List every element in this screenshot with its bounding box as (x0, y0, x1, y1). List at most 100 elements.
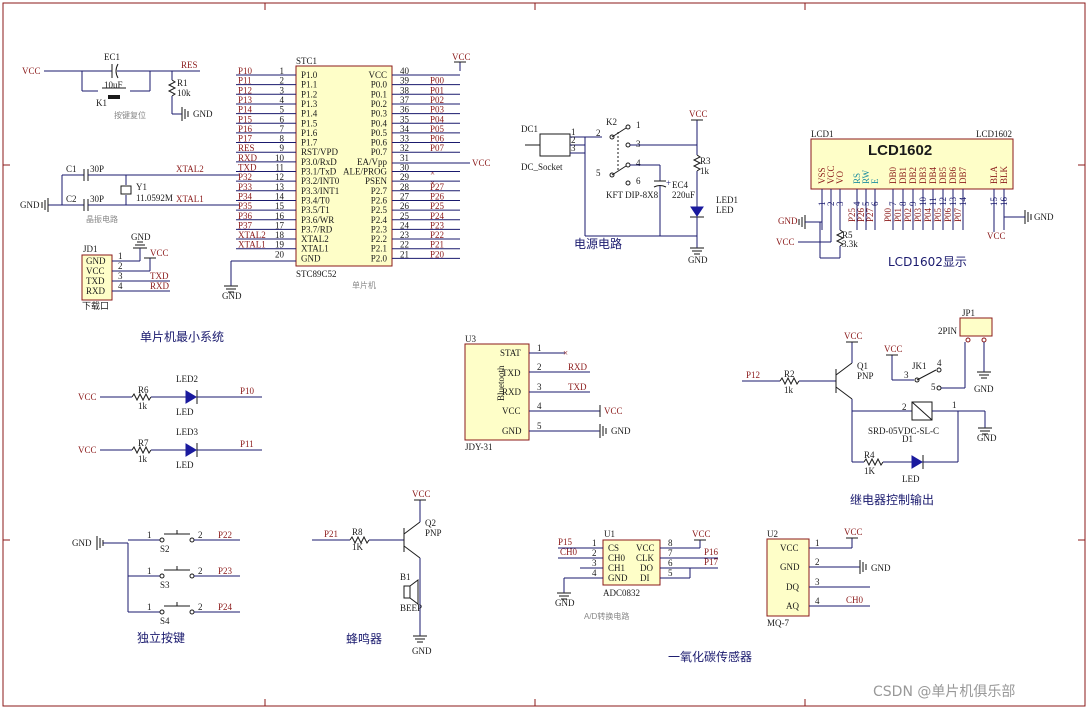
download-port: JD1 GND VCC TXD RXD 1 2 3 4 GND VCC TXD … (81, 232, 170, 311)
mcu-pin-name: ALE/PROG (343, 167, 388, 177)
mcu-pin-number: 13 (275, 182, 285, 192)
mcu-pin-net: P32 (238, 172, 252, 182)
mcu-pin-net: XTAL1 (238, 240, 266, 250)
beep-icon (403, 585, 411, 599)
mcu-pin-net: P03 (430, 105, 445, 115)
lcd-pin-net: P03 (913, 207, 923, 222)
q1-ref: Q1 (857, 361, 868, 371)
vcc-label: VCC (776, 237, 795, 247)
lcd-pin-number: 14 (958, 197, 968, 207)
mcu-pin-name: PSEN (365, 176, 388, 186)
k1-ref: K1 (96, 98, 107, 108)
u3-ref: U3 (465, 334, 476, 344)
lcd-title: LCD1602 (868, 142, 932, 159)
mcu-pin-net: P34 (238, 191, 253, 201)
p24-net: P24 (218, 602, 233, 612)
u1-pin-ch0: CH0 (608, 553, 626, 563)
gnd-label: GND (611, 426, 631, 436)
mcu-pin-number: 10 (275, 153, 285, 163)
mcu-pin-name: P1.6 (301, 128, 318, 138)
lcd-pin-net: P27 (865, 207, 875, 222)
vcc-label: VCC (472, 158, 491, 168)
mcu-pin-name: P2.0 (371, 253, 388, 263)
mcu-pin-number: 1 (280, 66, 285, 76)
key-s2[interactable]: 1 2 S2 P22 (128, 530, 240, 554)
svg-text:5: 5 (596, 168, 601, 178)
b1-part: BEEP (400, 603, 422, 613)
mcu-pin-number: 23 (400, 230, 410, 240)
led2-ref: LED2 (176, 374, 198, 384)
jd1-pin-vcc: VCC (86, 266, 105, 276)
p10-net: P10 (240, 386, 255, 396)
mcu-pin-name: XTAL1 (301, 244, 329, 254)
mcu-pin-number: 12 (275, 172, 284, 182)
lcd-pin-number: 10 (918, 197, 928, 207)
c2-ref: C2 (66, 194, 77, 204)
svg-text:6: 6 (636, 176, 641, 186)
lcd-pin-net: P00 (883, 207, 893, 222)
lcd-pin-name: DB2 (908, 167, 918, 184)
gnd-label: GND (871, 563, 891, 573)
lcd-pin-net: P06 (943, 207, 953, 222)
d1-label: LED (902, 474, 920, 484)
lcd-pin-name: BLK (999, 165, 1009, 184)
mcu-pin-name: P2.5 (371, 205, 388, 215)
vcc-label: VCC (412, 489, 431, 499)
jk1-ref: JK1 (912, 361, 927, 371)
lcd-ref: LCD1 (811, 129, 834, 139)
section-title-buzzer: 蜂鸣器 (346, 631, 382, 646)
svg-text:5: 5 (931, 382, 936, 392)
k2-ref: K2 (606, 117, 617, 127)
svg-text:3: 3 (118, 271, 123, 281)
u1-part: ADC0832 (603, 588, 640, 598)
co-sensor-mq7: U2 VCC GND DQ AQ VCC GND 1 2 3 4 CH0 MQ-7 (766, 527, 891, 628)
vcc-label: VCC (78, 445, 97, 455)
mcu-pin-number: 35 (400, 114, 410, 124)
mcu-pin-net: TXD (238, 163, 257, 173)
led2-label: LED (176, 407, 194, 417)
u1-pin-do: DO (640, 563, 653, 573)
lcd-pin-name: DB1 (898, 167, 908, 184)
lcd-pin-number: 16 (999, 197, 1009, 207)
reset-note: 按键复位 (114, 110, 146, 120)
r6-value: 1k (138, 401, 148, 411)
mcu-pin-number: 32 (400, 143, 409, 153)
u3-pin-txd: TXD (502, 368, 521, 378)
mcu-pin-net: P25 (430, 201, 445, 211)
jd1-pin-gnd: GND (86, 256, 106, 266)
lcd-pin-name: DB6 (948, 166, 958, 184)
res-net: RES (181, 60, 198, 70)
svg-text:4: 4 (118, 281, 123, 291)
svg-text:2: 2 (815, 557, 820, 567)
p23-net: P23 (218, 566, 233, 576)
vcc-label: VCC (689, 109, 708, 119)
vcc-label: VCC (987, 231, 1006, 241)
p21-net: P21 (324, 529, 338, 539)
key-s4[interactable]: 1 2 S4 P24 (128, 602, 240, 626)
svg-text:2: 2 (198, 530, 203, 540)
svg-text:4: 4 (937, 358, 942, 368)
svg-text:4: 4 (815, 596, 820, 606)
p16-net: P16 (704, 547, 719, 557)
mcu-pin-name: P3.3/INT1 (301, 186, 339, 196)
k1-button (108, 95, 120, 99)
gnd-label: GND (222, 291, 242, 301)
svg-text:1: 1 (592, 538, 597, 548)
rxd-net: RXD (568, 362, 588, 372)
svg-text:×: × (563, 348, 568, 358)
svg-text:×: × (430, 168, 435, 178)
key-s3[interactable]: 1 2 S3 P23 (128, 566, 240, 590)
c2-value: 30P (90, 194, 104, 204)
mcu-pin-net: P11 (238, 76, 252, 86)
mcu-pin-number: 4 (280, 95, 285, 105)
u1-pin-ch1: CH1 (608, 563, 625, 573)
mcu-pin-name: P3.2/INT0 (301, 176, 340, 186)
mcu-pin-number: 27 (400, 191, 410, 201)
mcu-pin-net: P02 (430, 95, 444, 105)
vcc-label: VCC (884, 344, 903, 354)
power-circuit: DC1 1 2 3 DC_Socket K2 2 1 3 5 4 6 KFT D… (521, 109, 738, 265)
mcu-pin-name: GND (301, 253, 321, 263)
mcu-pin-name: P0.2 (371, 99, 387, 109)
lcd-pin-number: 8 (898, 201, 908, 206)
q2-type: PNP (425, 528, 442, 538)
